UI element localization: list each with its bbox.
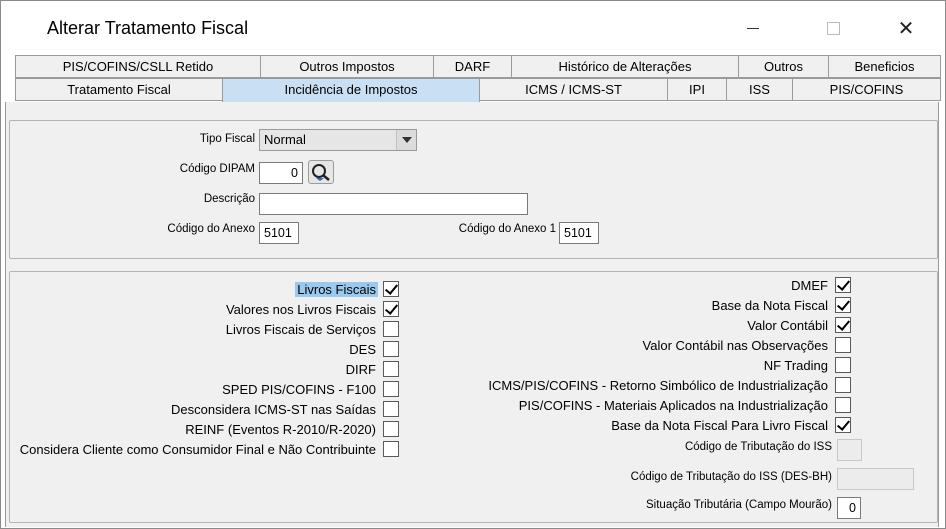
tab-iss[interactable]: ISS bbox=[726, 78, 793, 101]
valor-contabil-obs-checkbox[interactable] bbox=[835, 337, 851, 353]
tab-tratamento-fiscal[interactable]: Tratamento Fiscal bbox=[15, 78, 223, 101]
window-title: Alterar Tratamento Fiscal bbox=[47, 18, 249, 38]
base-nota-fiscal-label: Base da Nota Fiscal bbox=[711, 298, 828, 313]
search-button[interactable] bbox=[308, 160, 334, 184]
maximize-button[interactable] bbox=[813, 9, 853, 47]
tipo-fiscal-value: Normal bbox=[264, 132, 306, 147]
valores-livros-fiscais-label: Valores nos Livros Fiscais bbox=[225, 302, 376, 317]
livros-fiscais-label: Livros Fiscais bbox=[295, 282, 378, 297]
desconsidera-icms-st-checkbox[interactable] bbox=[383, 401, 399, 417]
dirf-label: DIRF bbox=[345, 362, 376, 377]
tipo-fiscal-select[interactable]: Normal bbox=[259, 129, 417, 151]
codigo-iss-field[interactable] bbox=[837, 439, 862, 461]
materiais-aplicados-label: PIS/COFINS - Materiais Aplicados na Indu… bbox=[518, 398, 828, 413]
tab-ipi[interactable]: IPI bbox=[667, 78, 727, 101]
sped-pis-cofins-checkbox[interactable] bbox=[383, 381, 399, 397]
codigo-dipam-label: Código DIPAM bbox=[179, 163, 255, 175]
livros-fiscais-servicos-checkbox[interactable] bbox=[383, 321, 399, 337]
tab-icms-icms-st[interactable]: ICMS / ICMS-ST bbox=[479, 78, 668, 101]
descricao-field[interactable] bbox=[259, 193, 528, 215]
codigo-dipam-field[interactable]: 0 bbox=[259, 162, 303, 184]
codigo-anexo1-field[interactable]: 5101 bbox=[559, 222, 599, 244]
valor-contabil-label: Valor Contábil bbox=[747, 318, 828, 333]
maximize-icon bbox=[826, 21, 840, 35]
tab-incidencia-impostos[interactable]: Incidência de Impostos bbox=[222, 78, 480, 103]
valor-contabil-obs-label: Valor Contábil nas Observações bbox=[642, 338, 828, 353]
tab-pis-cofins-csll-retido[interactable]: PIS/COFINS/CSLL Retido bbox=[15, 55, 261, 78]
codigo-iss-desbh-field[interactable] bbox=[837, 468, 914, 490]
nf-trading-label: NF Trading bbox=[763, 358, 828, 373]
chevron-down-icon bbox=[396, 130, 416, 150]
descricao-label: Descrição bbox=[203, 193, 255, 205]
tab-outros[interactable]: Outros bbox=[738, 55, 829, 78]
title-bar: Alterar Tratamento Fiscal ✕ bbox=[1, 1, 945, 53]
sped-pis-cofins-label: SPED PIS/COFINS - F100 bbox=[222, 382, 376, 397]
tab-historico-alteracoes[interactable]: Histórico de Alterações bbox=[511, 55, 739, 78]
consumidor-final-checkbox[interactable] bbox=[383, 441, 399, 457]
minimize-icon bbox=[747, 27, 759, 29]
codigo-anexo1-label: Código do Anexo 1 bbox=[458, 223, 556, 235]
minimize-button[interactable] bbox=[733, 9, 773, 47]
tab-darf[interactable]: DARF bbox=[433, 55, 512, 78]
codigo-anexo-field[interactable]: 5101 bbox=[259, 222, 299, 244]
desconsidera-icms-st-label: Desconsidera ICMS-ST nas Saídas bbox=[171, 402, 376, 417]
tab-outros-impostos[interactable]: Outros Impostos bbox=[260, 55, 434, 78]
tab-pis-cofins[interactable]: PIS/COFINS bbox=[792, 78, 941, 101]
dmef-label: DMEF bbox=[791, 278, 828, 293]
dmef-checkbox[interactable] bbox=[835, 277, 851, 293]
general-group bbox=[9, 120, 938, 259]
codigo-iss-desbh-label: Código de Tributação do ISS (DES-BH) bbox=[630, 471, 832, 483]
materiais-aplicados-checkbox[interactable] bbox=[835, 397, 851, 413]
retorno-simbolico-checkbox[interactable] bbox=[835, 377, 851, 393]
nf-trading-checkbox[interactable] bbox=[835, 357, 851, 373]
tab-beneficios[interactable]: Beneficios bbox=[828, 55, 941, 78]
reinf-label: REINF (Eventos R-2010/R-2020) bbox=[185, 422, 376, 437]
situacao-tributaria-label: Situação Tributária (Campo Mourão) bbox=[646, 499, 832, 511]
search-icon bbox=[312, 164, 330, 181]
codigo-anexo-label: Código do Anexo bbox=[167, 223, 255, 235]
retorno-simbolico-label: ICMS/PIS/COFINS - Retorno Simbólico de I… bbox=[488, 378, 828, 393]
close-button[interactable]: ✕ bbox=[886, 9, 926, 47]
base-nf-livro-fiscal-label: Base da Nota Fiscal Para Livro Fiscal bbox=[611, 418, 828, 433]
tipo-fiscal-label: Tipo Fiscal bbox=[199, 133, 255, 145]
livros-fiscais-servicos-label: Livros Fiscais de Serviços bbox=[225, 322, 376, 337]
valor-contabil-checkbox[interactable] bbox=[835, 317, 851, 333]
situacao-tributaria-field[interactable]: 0 bbox=[837, 497, 861, 519]
base-nota-fiscal-checkbox[interactable] bbox=[835, 297, 851, 313]
des-label: DES bbox=[349, 342, 376, 357]
reinf-checkbox[interactable] bbox=[383, 421, 399, 437]
valores-livros-fiscais-checkbox[interactable] bbox=[383, 301, 399, 317]
codigo-iss-label: Código de Tributação do ISS bbox=[684, 441, 832, 453]
livros-fiscais-checkbox[interactable] bbox=[383, 281, 399, 297]
dirf-checkbox[interactable] bbox=[383, 361, 399, 377]
base-nf-livro-fiscal-checkbox[interactable] bbox=[835, 417, 851, 433]
consumidor-final-label: Considera Cliente como Consumidor Final … bbox=[19, 442, 376, 457]
close-icon: ✕ bbox=[897, 17, 915, 40]
des-checkbox[interactable] bbox=[383, 341, 399, 357]
